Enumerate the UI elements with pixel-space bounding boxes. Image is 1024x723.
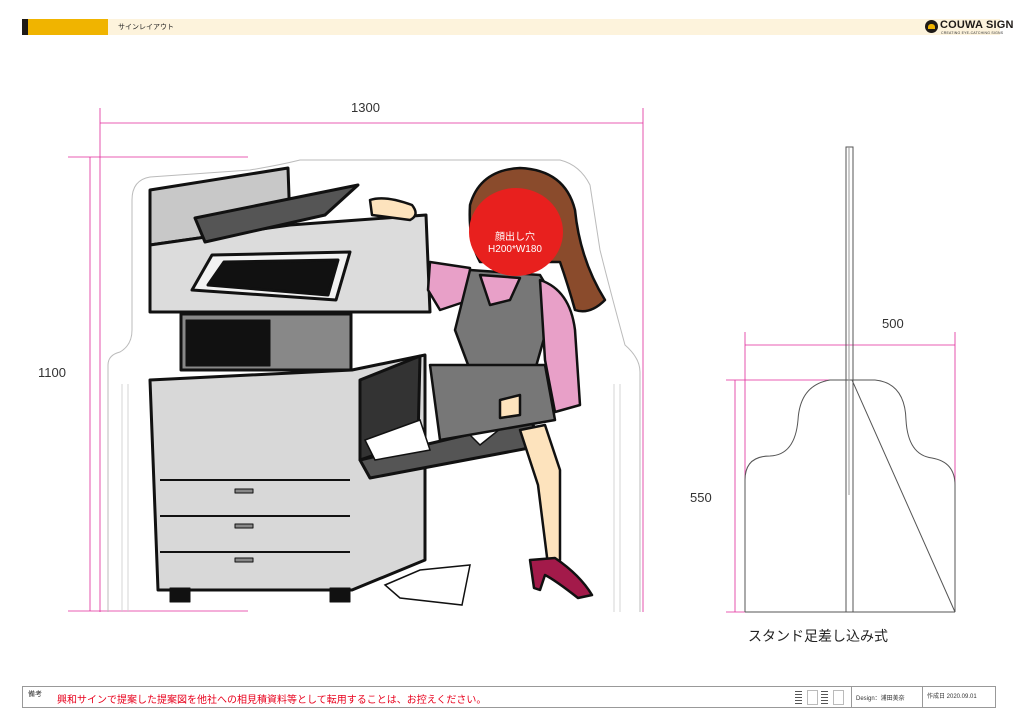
stand-width-label: 500 <box>882 316 904 331</box>
approval-stamp-icon <box>795 689 802 704</box>
stand-height-label: 550 <box>690 490 712 505</box>
designer-name: Design：浦田美奈 <box>856 696 905 702</box>
face-hole-label: 顔出し穴 H200*W180 <box>470 232 560 256</box>
stamp-box <box>833 690 844 705</box>
footer-bar: 備考 興和サインで提案した提案図を他社への相見積資料等として転用することは、お控… <box>22 686 996 708</box>
stand-drawing <box>744 146 956 613</box>
layout-drawing <box>68 108 956 613</box>
stand-caption: スタンド足差し込み式 <box>748 628 888 644</box>
stamp-box <box>807 690 818 705</box>
width-dimension-label: 1300 <box>351 100 380 115</box>
face-hole-size: H200*W180 <box>488 244 542 255</box>
notice-text: 興和サインで提案した提案図を他社への相見積資料等として転用することは、お控えくだ… <box>57 695 487 706</box>
height-dimension-label: 1100 <box>38 365 66 380</box>
notes-label: 備考 <box>28 691 42 698</box>
footer-divider <box>851 687 852 707</box>
face-hole-title: 顔出し穴 <box>495 232 535 243</box>
footer-divider <box>922 687 923 707</box>
created-date: 作成日 2020.09.01 <box>927 694 977 700</box>
approval-stamp-icon <box>821 689 828 704</box>
